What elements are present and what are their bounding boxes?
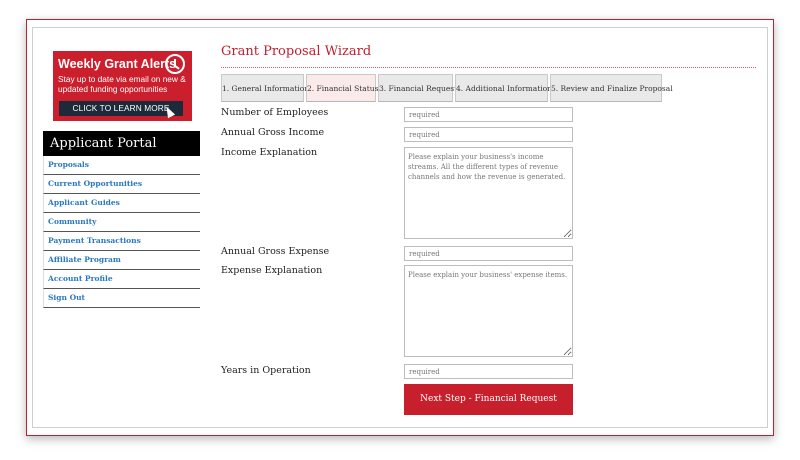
gross-income-label: Annual Gross Income <box>221 127 325 138</box>
clock-icon <box>165 54 185 74</box>
title-divider <box>221 67 756 68</box>
gross-expense-input[interactable] <box>404 246 573 261</box>
portal-title: Applicant Portal <box>43 131 200 156</box>
sidebar-item-affiliate-program[interactable]: Affiliate Program <box>43 251 200 270</box>
income-explanation-textarea[interactable] <box>404 147 573 239</box>
tab-additional-information[interactable]: 4. Additional Information <box>455 74 552 102</box>
sidebar-nav: Proposals Current Opportunities Applican… <box>43 156 200 308</box>
sidebar-item-payment-transactions[interactable]: Payment Transactions <box>43 232 200 251</box>
sidebar-item-sign-out[interactable]: Sign Out <box>43 289 200 308</box>
tab-financial-request[interactable]: 3. Financial Request <box>378 74 457 102</box>
expense-explanation-label: Expense Explanation <box>221 265 323 276</box>
sidebar-item-current-opportunities[interactable]: Current Opportunities <box>43 175 200 194</box>
sidebar-item-proposals[interactable]: Proposals <box>43 156 200 175</box>
gross-income-input[interactable] <box>404 127 573 142</box>
banner-text: Stay up to date via email on new & updat… <box>58 74 186 94</box>
gross-expense-label: Annual Gross Expense <box>221 246 330 257</box>
years-in-operation-label: Years in Operation <box>221 365 311 376</box>
sidebar-item-community[interactable]: Community <box>43 213 200 232</box>
next-step-button[interactable]: Next Step - Financial Request <box>404 384 573 415</box>
tab-general-information[interactable]: 1. General Information <box>221 74 309 102</box>
income-explanation-label: Income Explanation <box>221 147 318 158</box>
page-title: Grant Proposal Wizard <box>221 44 372 59</box>
years-in-operation-input[interactable] <box>404 364 573 379</box>
tab-financial-status[interactable]: 2. Financial Status <box>306 74 378 102</box>
banner-title: Weekly Grant Alerts <box>58 57 177 71</box>
sidebar-item-applicant-guides[interactable]: Applicant Guides <box>43 194 200 213</box>
employees-label: Number of Employees <box>221 107 329 118</box>
tab-review-finalize[interactable]: 5. Review and Finalize Proposal <box>550 74 673 102</box>
sidebar-item-account-profile[interactable]: Account Profile <box>43 270 200 289</box>
employees-input[interactable] <box>404 107 573 122</box>
expense-explanation-textarea[interactable] <box>404 265 573 357</box>
